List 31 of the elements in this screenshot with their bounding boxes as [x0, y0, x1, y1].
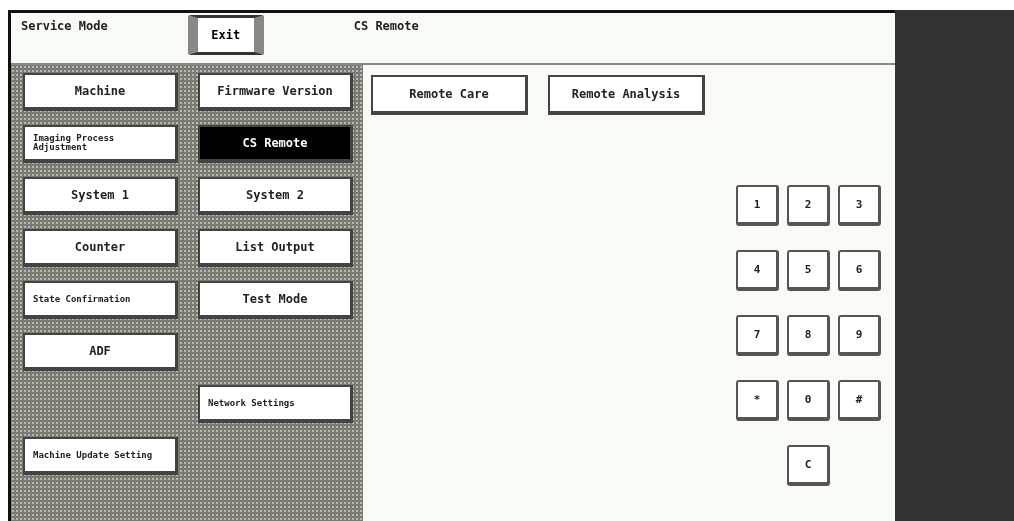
- screen-mode-title: Service Mode: [21, 18, 108, 33]
- menu-button[interactable]: Network Settings: [198, 385, 353, 423]
- menu-button[interactable]: Machine: [23, 73, 178, 111]
- menu-button[interactable]: ADF: [23, 333, 178, 371]
- keypad-key[interactable]: 3: [838, 185, 881, 226]
- function-button[interactable]: Remote Analysis: [548, 75, 705, 115]
- keypad-key[interactable]: 9: [838, 315, 881, 356]
- menu-button[interactable]: Machine Update Setting: [23, 437, 178, 475]
- menu-button[interactable]: Counter: [23, 229, 178, 267]
- keypad-key[interactable]: #: [838, 380, 881, 421]
- keypad-key[interactable]: *: [736, 380, 779, 421]
- keypad-key[interactable]: 4: [736, 250, 779, 291]
- menu-button[interactable]: System 1: [23, 177, 178, 215]
- menu-button[interactable]: System 2: [198, 177, 353, 215]
- function-button[interactable]: Remote Care: [371, 75, 528, 115]
- keypad-key[interactable]: 7: [736, 315, 779, 356]
- menu-button[interactable]: Firmware Version: [198, 73, 353, 111]
- keypad-key[interactable]: 2: [787, 185, 830, 226]
- clear-key[interactable]: C: [787, 445, 830, 486]
- exit-button[interactable]: Exit: [187, 15, 264, 55]
- menu-button[interactable]: State Confirmation: [23, 281, 178, 319]
- keypad-key[interactable]: 8: [787, 315, 830, 356]
- menu-button[interactable]: List Output: [198, 229, 353, 267]
- menu-button[interactable]: CS Remote: [198, 125, 353, 163]
- screen-title: CS Remote: [353, 18, 419, 33]
- menu-button[interactable]: Test Mode: [198, 281, 353, 319]
- keypad-key[interactable]: 1: [736, 185, 779, 226]
- keypad-key[interactable]: 0: [787, 380, 830, 421]
- menu-button[interactable]: Imaging Process Adjustment: [23, 125, 178, 163]
- keypad-key[interactable]: 6: [838, 250, 881, 291]
- keypad-key[interactable]: 5: [787, 250, 830, 291]
